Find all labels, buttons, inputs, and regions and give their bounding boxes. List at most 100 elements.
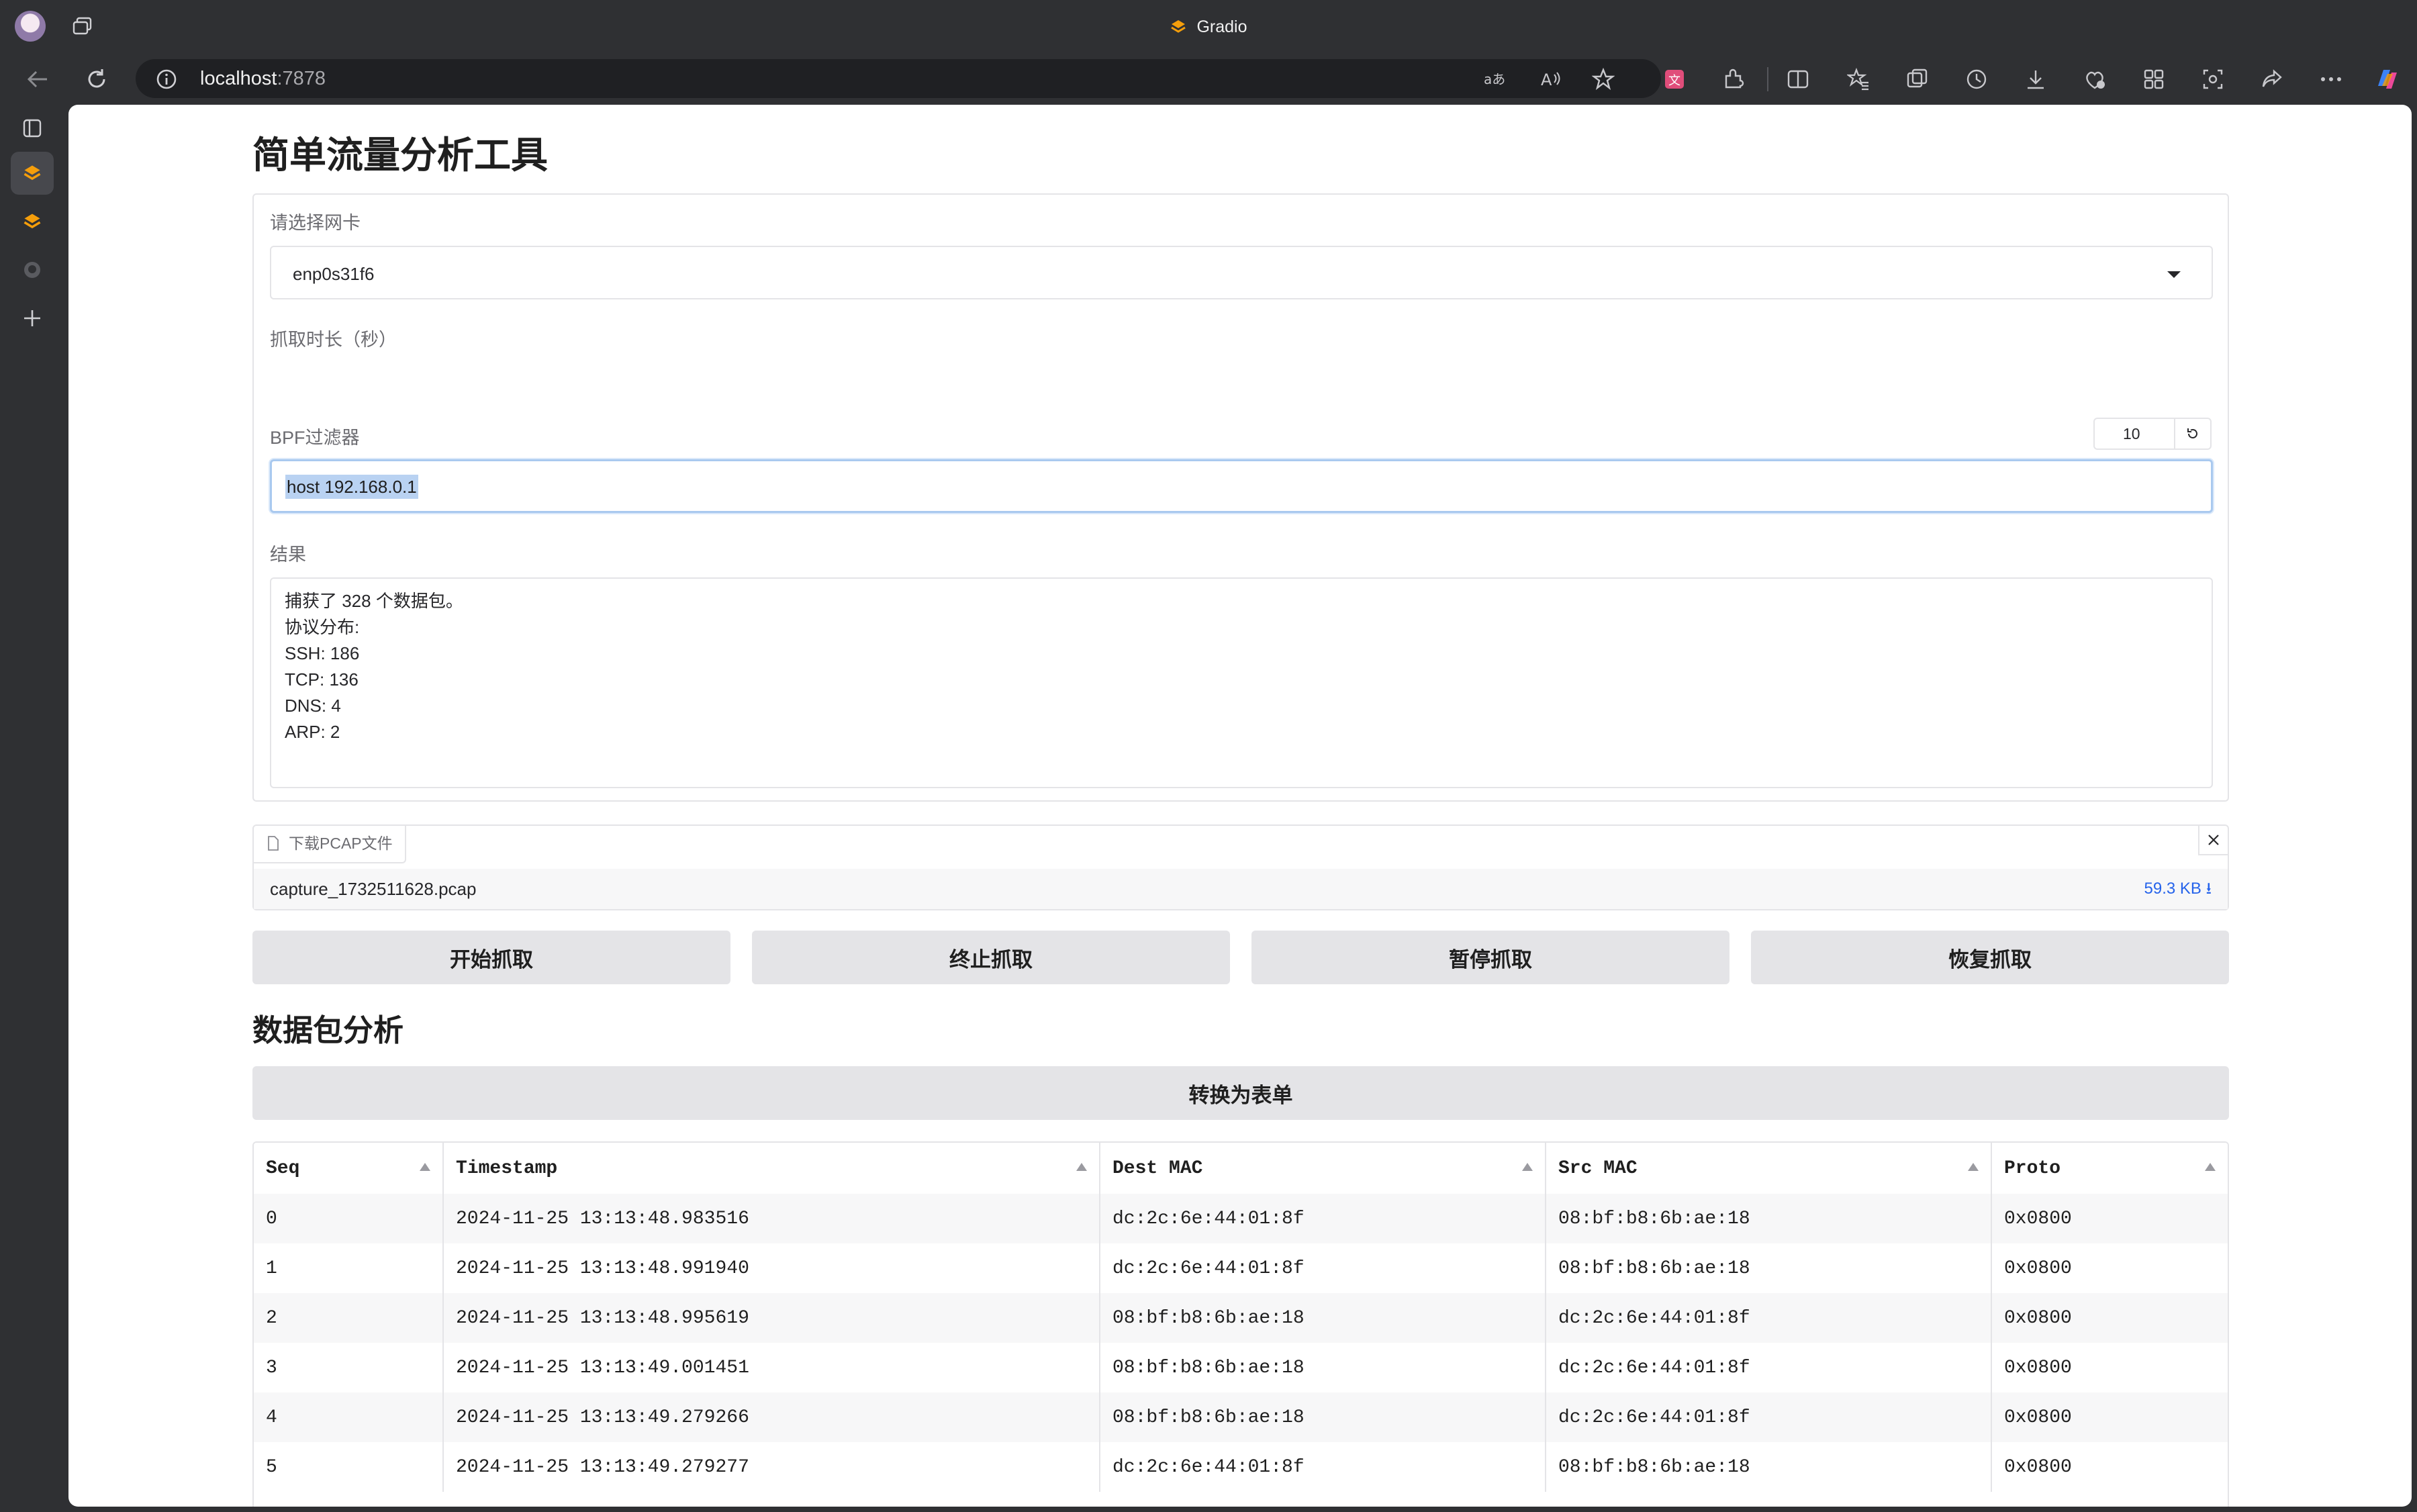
nic-dropdown[interactable]: enp0s31f6 [270, 246, 2213, 299]
column-header-timestamp[interactable]: Timestamp [443, 1143, 1100, 1194]
convert-to-table-button[interactable]: 转换为表单 [252, 1066, 2229, 1120]
table-cell[interactable]: 2024-11-25 13:13:49.279277 [443, 1442, 1100, 1492]
url-text[interactable]: localhost:7878 [200, 66, 326, 91]
table-cell[interactable]: 2024-11-25 13:13:49.279266 [443, 1392, 1100, 1442]
table-cell[interactable]: dc:2c:6e:44:01:8f [1546, 1343, 1992, 1392]
table-cell[interactable]: 5 [254, 1442, 444, 1492]
file-name: capture_1732511628.pcap [270, 879, 477, 899]
collections-icon[interactable] [1904, 66, 1931, 93]
favorites-icon[interactable] [1845, 66, 1872, 93]
sidebar-tab-gradio[interactable] [11, 200, 54, 243]
pause-capture-button[interactable]: 暂停抓取 [1251, 931, 1729, 984]
table-cell[interactable]: 0 [254, 1194, 444, 1243]
translate-icon[interactable]: aあ [1481, 66, 1508, 93]
share-icon[interactable] [2259, 66, 2285, 93]
table-cell[interactable]: 3 [254, 1343, 444, 1392]
toolbar-separator [1767, 67, 1768, 91]
add-tab-icon[interactable] [11, 297, 54, 340]
svg-text:文: 文 [1668, 74, 1680, 88]
table-cell[interactable]: 08:bf:b8:6b:ae:18 [1546, 1442, 1992, 1492]
result-label: 结果 [270, 545, 306, 565]
file-row[interactable]: capture_1732511628.pcap 59.3 KB ⭳ [254, 869, 2228, 909]
reload-icon[interactable] [82, 64, 111, 94]
table-cell[interactable]: 2 [254, 1293, 444, 1343]
start-capture-button[interactable]: 开始抓取 [252, 931, 730, 984]
svg-text:aあ: aあ [1484, 71, 1505, 87]
translator-extension-icon[interactable]: 文 [1661, 66, 1688, 93]
table-cell[interactable]: 1 [254, 1243, 444, 1293]
screenshot-icon[interactable] [2199, 66, 2226, 93]
table-cell[interactable]: 2024-11-25 13:13:48.995619 [443, 1293, 1100, 1343]
resume-capture-button[interactable]: 恢复抓取 [1751, 931, 2229, 984]
vertical-tabs-icon[interactable] [11, 107, 54, 150]
table-cell[interactable]: 2024-11-25 13:13:48.991940 [443, 1243, 1100, 1293]
sort-icon[interactable] [1076, 1163, 1087, 1171]
table-cell[interactable]: 08:bf:b8:6b:ae:18 [1546, 1194, 1992, 1243]
duration-number-input[interactable]: 10 [2093, 418, 2175, 450]
table-cell[interactable]: 2024-11-25 13:13:49.001451 [443, 1343, 1100, 1392]
copilot-icon[interactable] [2373, 66, 2400, 93]
close-icon[interactable] [2198, 826, 2228, 855]
sort-icon[interactable] [2205, 1163, 2216, 1171]
table-cell[interactable]: 0x0800 [1991, 1343, 2228, 1392]
result-line: TCP: 136 [285, 669, 359, 690]
history-icon[interactable] [1963, 66, 1990, 93]
column-header-src-mac[interactable]: Src MAC [1546, 1143, 1992, 1194]
table-row[interactable]: 3 2024-11-25 13:13:49.001451 08:bf:b8:6b… [254, 1343, 2228, 1392]
column-header-seq[interactable]: Seq [254, 1143, 444, 1194]
sort-icon[interactable] [420, 1163, 430, 1171]
extensions-icon[interactable] [1720, 66, 1747, 93]
table-cell[interactable]: 4 [254, 1392, 444, 1442]
table-row[interactable]: 2 2024-11-25 13:13:48.995619 08:bf:b8:6b… [254, 1293, 2228, 1343]
table-cell[interactable]: 0x0800 [1991, 1194, 2228, 1243]
bpf-filter-value: host 192.168.0.1 [285, 475, 418, 499]
svg-text:A: A [1541, 70, 1552, 89]
back-icon[interactable] [23, 64, 52, 94]
sort-icon[interactable] [1522, 1163, 1533, 1171]
split-screen-icon[interactable] [1785, 66, 1811, 93]
column-header-label: Dest MAC [1112, 1157, 1203, 1179]
table-cell[interactable]: dc:2c:6e:44:01:8f [1100, 1194, 1546, 1243]
table-cell[interactable]: dc:2c:6e:44:01:8f [1546, 1293, 1992, 1343]
table-row[interactable]: 0 2024-11-25 13:13:48.983516 dc:2c:6e:44… [254, 1194, 2228, 1243]
table-row[interactable]: 5 2024-11-25 13:13:49.279277 dc:2c:6e:44… [254, 1442, 2228, 1492]
file-download-link[interactable]: 59.3 KB ⭳ [2144, 869, 2212, 909]
packet-table: Seq Timestamp Dest MAC Src MAC Proto 0 2… [252, 1141, 2229, 1507]
more-menu-icon[interactable] [2318, 66, 2344, 93]
table-row[interactable]: 4 2024-11-25 13:13:49.279266 08:bf:b8:6b… [254, 1392, 2228, 1442]
read-aloud-icon[interactable]: A [1537, 66, 1564, 93]
column-header-proto[interactable]: Proto [1991, 1143, 2228, 1194]
favorite-star-icon[interactable] [1590, 66, 1617, 93]
column-header-dest-mac[interactable]: Dest MAC [1100, 1143, 1546, 1194]
bpf-filter-input[interactable]: host 192.168.0.1 [270, 459, 2213, 513]
table-cell[interactable]: 08:bf:b8:6b:ae:18 [1100, 1343, 1546, 1392]
table-cell[interactable]: 0x0800 [1991, 1243, 2228, 1293]
table-cell[interactable]: 2024-11-25 13:13:48.983516 [443, 1194, 1100, 1243]
table-cell[interactable]: 0x0800 [1991, 1442, 2228, 1492]
table-row[interactable]: 1 2024-11-25 13:13:48.991940 dc:2c:6e:44… [254, 1243, 2228, 1293]
table-cell[interactable]: 08:bf:b8:6b:ae:18 [1546, 1243, 1992, 1293]
stop-capture-button[interactable]: 终止抓取 [752, 931, 1230, 984]
table-cell[interactable]: 08:bf:b8:6b:ae:18 [1100, 1392, 1546, 1442]
sort-icon[interactable] [1968, 1163, 1979, 1171]
reset-icon[interactable] [2174, 418, 2212, 450]
table-cell[interactable]: dc:2c:6e:44:01:8f [1546, 1392, 1992, 1442]
table-cell[interactable]: dc:2c:6e:44:01:8f [1100, 1442, 1546, 1492]
address-bar[interactable] [136, 59, 1661, 98]
table-cell[interactable]: 0x0800 [1991, 1293, 2228, 1343]
downloads-icon[interactable] [2022, 66, 2049, 93]
page-title: 简单流量分析工具 [252, 134, 549, 176]
workspaces-icon[interactable] [2140, 66, 2167, 93]
result-line: DNS: 4 [285, 696, 341, 716]
table-cell[interactable]: dc:2c:6e:44:01:8f [1100, 1243, 1546, 1293]
table-cell[interactable]: 0x0800 [1991, 1392, 2228, 1442]
github-icon[interactable] [11, 248, 54, 291]
duration-label: 抓取时长（秒） [270, 330, 397, 350]
tab-title-text: Gradio [1196, 17, 1247, 36]
site-info-icon[interactable] [156, 68, 177, 90]
browser-essentials-icon[interactable] [2081, 66, 2108, 93]
result-textarea[interactable]: 捕获了 328 个数据包。 协议分布: SSH: 186 TCP: 136 DN… [270, 577, 2213, 788]
column-header-label: Seq [266, 1157, 300, 1179]
sidebar-tab-gradio-active[interactable] [11, 152, 54, 195]
table-cell[interactable]: 08:bf:b8:6b:ae:18 [1100, 1293, 1546, 1343]
